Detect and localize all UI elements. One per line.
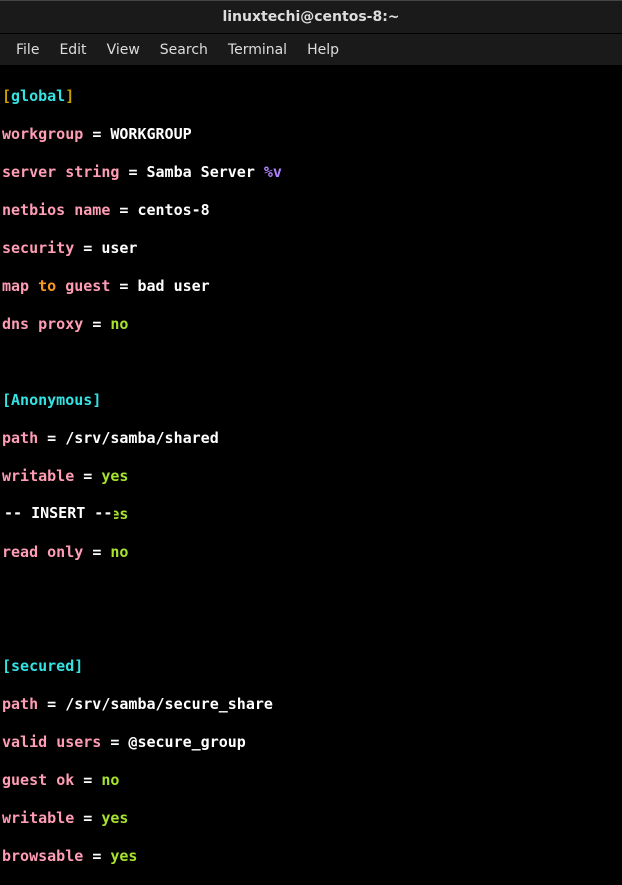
line-global-header: [global]: [2, 87, 620, 106]
key-server: server: [2, 163, 56, 181]
val-path: = /srv/samba/shared: [47, 429, 219, 447]
line-server-string: server string = Samba Server %v: [2, 163, 620, 182]
eq-writable: =: [83, 809, 101, 827]
vim-mode: -- INSERT --: [4, 504, 112, 522]
eq-writable: =: [83, 467, 101, 485]
val-map: = bad user: [119, 277, 209, 295]
key-writable: writable: [2, 467, 74, 485]
menu-terminal[interactable]: Terminal: [218, 38, 297, 62]
bracket-open: [: [2, 87, 11, 105]
eq-read: =: [92, 543, 110, 561]
val-security: = user: [83, 239, 137, 257]
line-anon-read: read only = no: [2, 543, 620, 562]
val-workgroup: = WORKGROUP: [92, 125, 191, 143]
key-workgroup: workgroup: [2, 125, 83, 143]
blank-line: [2, 581, 620, 600]
menu-search[interactable]: Search: [150, 38, 218, 62]
val-netbios: = centos-8: [119, 201, 209, 219]
window-title: linuxtechi@centos-8:~: [222, 9, 399, 25]
val-path: = /srv/samba/secure_share: [47, 695, 273, 713]
line-sec-path: path = /srv/samba/secure_share: [2, 695, 620, 714]
line-sec-writable: writable = yes: [2, 809, 620, 828]
key-guest: guest: [65, 277, 110, 295]
key-browsable: browsable: [2, 847, 83, 865]
key-string: string: [65, 163, 119, 181]
val-guest: no: [101, 771, 119, 789]
val-writable: yes: [101, 809, 128, 827]
menubar: File Edit View Search Terminal Help: [0, 34, 622, 66]
menu-view[interactable]: View: [97, 38, 150, 62]
eq-guest: =: [83, 771, 101, 789]
section-name-anonymous: Anonymous: [11, 391, 92, 409]
bracket-open: [: [2, 657, 11, 675]
blank-line: [2, 353, 620, 372]
key-path: path: [2, 429, 38, 447]
line-anon-path: path = /srv/samba/shared: [2, 429, 620, 448]
menu-help[interactable]: Help: [297, 38, 349, 62]
bracket-close: ]: [74, 657, 83, 675]
key-guest: guest: [2, 771, 47, 789]
line-sec-browsable: browsable = yes: [2, 847, 620, 866]
var-v: %v: [264, 163, 282, 181]
line-security: security = user: [2, 239, 620, 258]
key-name: name: [74, 201, 110, 219]
bracket-open: [: [2, 391, 11, 409]
key-proxy: proxy: [38, 315, 83, 333]
val-writable: yes: [101, 467, 128, 485]
vim-status-line: -- INSERT --: [2, 502, 114, 523]
line-map-to-guest: map to guest = bad user: [2, 277, 620, 296]
line-anonymous-header: [Anonymous]: [2, 391, 620, 410]
line-netbios: netbios name = centos-8: [2, 201, 620, 220]
line-sec-valid: valid users = @secure_group: [2, 733, 620, 752]
key-dns: dns: [2, 315, 29, 333]
key-security: security: [2, 239, 74, 257]
blank-line: [2, 619, 620, 638]
key-netbios: netbios: [2, 201, 65, 219]
val-browsable: yes: [110, 847, 137, 865]
line-workgroup: workgroup = WORKGROUP: [2, 125, 620, 144]
val-dns: no: [110, 315, 128, 333]
line-secured-header: [secured]: [2, 657, 620, 676]
key-read: read: [2, 543, 38, 561]
line-anon-writable: writable = yes: [2, 467, 620, 486]
section-name-secured: secured: [11, 657, 74, 675]
val-server-string: = Samba Server: [128, 163, 263, 181]
window-titlebar: linuxtechi@centos-8:~: [0, 0, 622, 34]
menu-edit[interactable]: Edit: [49, 38, 96, 62]
key-map: map: [2, 277, 29, 295]
eq-browsable: =: [92, 847, 110, 865]
terminal-content[interactable]: [global] workgroup = WORKGROUP server st…: [0, 66, 622, 885]
key-to: to: [38, 277, 56, 295]
section-name-global: global: [11, 87, 65, 105]
line-dns-proxy: dns proxy = no: [2, 315, 620, 334]
line-sec-guest: guest ok = no: [2, 771, 620, 790]
key-users: users: [56, 733, 101, 751]
key-only: only: [47, 543, 83, 561]
menu-file[interactable]: File: [6, 38, 49, 62]
key-writable: writable: [2, 809, 74, 827]
bracket-close: ]: [65, 87, 74, 105]
val-valid: = @secure_group: [110, 733, 245, 751]
val-read: no: [110, 543, 128, 561]
eq-dns: =: [92, 315, 110, 333]
key-path: path: [2, 695, 38, 713]
key-ok: ok: [56, 771, 74, 789]
key-valid: valid: [2, 733, 47, 751]
bracket-close: ]: [92, 391, 101, 409]
